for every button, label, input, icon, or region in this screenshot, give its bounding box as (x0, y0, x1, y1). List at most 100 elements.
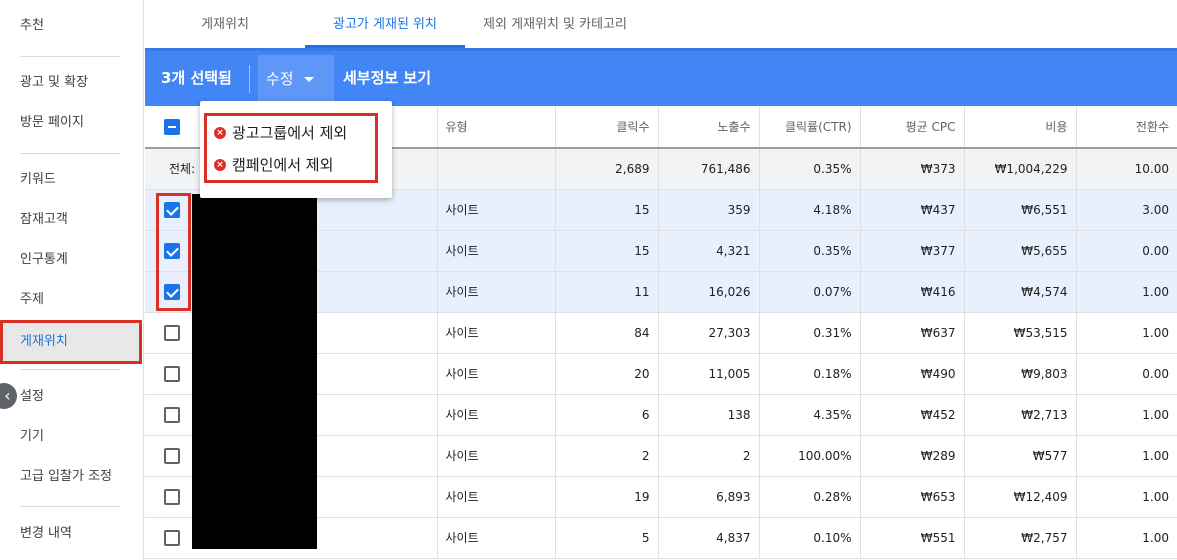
avg-cpc-cell: ₩452 (860, 394, 965, 436)
conversions-cell: 1.00 (1076, 271, 1177, 313)
clicks-cell: 2 (555, 435, 659, 477)
action-bar-divider (249, 65, 250, 93)
ctr-cell: 0.07% (759, 271, 861, 313)
select-all-cell (145, 106, 201, 149)
impressions-cell: 2 (658, 435, 760, 477)
sidebar-item-topics[interactable]: 주제 (0, 280, 144, 320)
sidebar-divider (20, 369, 120, 370)
sidebar: 추천 광고 및 확장 방문 페이지 키워드 잠재고객 인구통계 주제 게재위치 … (0, 0, 144, 560)
sidebar-item-demographics[interactable]: 인구통계 (0, 240, 144, 280)
conversions-cell: 1.00 (1076, 517, 1177, 559)
column-header-avg-cpc[interactable]: 평균 CPC (860, 106, 965, 149)
sidebar-item-ads-extensions[interactable]: 광고 및 확장 (0, 63, 144, 103)
impressions-cell: 6,893 (658, 476, 760, 518)
impressions-cell: 359 (658, 189, 760, 231)
ctr-cell: 0.18% (759, 353, 861, 395)
total-clicks: 2,689 (555, 148, 659, 190)
clicks-cell: 5 (555, 517, 659, 559)
row-checkbox[interactable] (164, 406, 180, 423)
clicks-cell: 84 (555, 312, 659, 354)
selection-action-bar: 3개 선택됨 수정 세부정보 보기 (145, 48, 1177, 106)
impressions-cell: 16,026 (658, 271, 760, 313)
sidebar-item-audiences[interactable]: 잠재고객 (0, 200, 144, 240)
redacted-placement-names (192, 194, 317, 549)
column-header-ctr[interactable]: 클릭률(CTR) (759, 106, 861, 149)
ctr-cell: 4.18% (759, 189, 861, 231)
type-cell: 사이트 (437, 189, 556, 231)
menu-item-label: 광고그룹에서 제외 (232, 124, 348, 142)
clicks-cell: 19 (555, 476, 659, 518)
clicks-cell: 20 (555, 353, 659, 395)
type-cell: 사이트 (437, 435, 556, 477)
avg-cpc-cell: ₩637 (860, 312, 965, 354)
type-cell: 사이트 (437, 353, 556, 395)
ctr-cell: 4.35% (759, 394, 861, 436)
column-header-conversions[interactable]: 전환수 (1076, 106, 1177, 149)
select-all-checkbox[interactable] (164, 118, 180, 135)
row-checkbox[interactable] (164, 447, 180, 464)
sidebar-item-settings[interactable]: 설정 (0, 377, 144, 417)
row-checkbox[interactable] (164, 488, 180, 505)
sidebar-divider (20, 153, 120, 154)
edit-dropdown-menu: × 광고그룹에서 제외 × 캠페인에서 제외 (200, 101, 392, 198)
column-header-type[interactable]: 유형 (437, 106, 556, 149)
avg-cpc-cell: ₩416 (860, 271, 965, 313)
sidebar-item-change-history[interactable]: 변경 내역 (0, 514, 144, 554)
total-impressions: 761,486 (658, 148, 760, 190)
tab-exclusions[interactable]: 제외 게재위치 및 카테고리 (475, 0, 635, 48)
ctr-cell: 0.31% (759, 312, 861, 354)
menu-item-exclude-from-campaign[interactable]: × 캠페인에서 제외 (200, 150, 368, 180)
sidebar-item-devices[interactable]: 기기 (0, 417, 144, 457)
conversions-cell: 3.00 (1076, 189, 1177, 231)
avg-cpc-cell: ₩289 (860, 435, 965, 477)
sidebar-item-landing-pages[interactable]: 방문 페이지 (0, 103, 144, 143)
row-checkbox[interactable] (164, 529, 180, 546)
avg-cpc-cell: ₩377 (860, 230, 965, 272)
remove-circle-icon: × (214, 159, 226, 171)
impressions-cell: 138 (658, 394, 760, 436)
column-header-cost[interactable]: 비용 (964, 106, 1077, 149)
type-cell: 사이트 (437, 271, 556, 313)
impressions-cell: 27,303 (658, 312, 760, 354)
sidebar-item-placements[interactable]: 게재위치 (0, 320, 142, 364)
sidebar-item-keywords[interactable]: 키워드 (0, 160, 144, 200)
cost-cell: ₩5,655 (964, 230, 1077, 272)
row-checkbox[interactable] (164, 324, 180, 341)
type-cell: 사이트 (437, 230, 556, 272)
tab-placements[interactable]: 게재위치 (175, 0, 275, 48)
ctr-cell: 0.28% (759, 476, 861, 518)
cost-cell: ₩577 (964, 435, 1077, 477)
row-checkbox[interactable] (164, 365, 180, 382)
avg-cpc-cell: ₩437 (860, 189, 965, 231)
menu-item-exclude-from-ad-group[interactable]: × 광고그룹에서 제외 (200, 118, 368, 148)
remove-circle-icon: × (214, 127, 226, 139)
tab-bar: 게재위치 광고가 게재된 위치 제외 게재위치 및 카테고리 (145, 0, 1177, 48)
total-ctr: 0.35% (759, 148, 861, 190)
menu-item-label: 캠페인에서 제외 (232, 156, 334, 174)
conversions-cell: 0.00 (1076, 353, 1177, 395)
sidebar-item-recommendations[interactable]: 추천 (0, 6, 144, 46)
type-cell: 사이트 (437, 312, 556, 354)
type-cell: 사이트 (437, 394, 556, 436)
conversions-cell: 1.00 (1076, 312, 1177, 354)
tab-where-ads-showed[interactable]: 광고가 게재된 위치 (305, 0, 465, 48)
sidebar-item-advanced-bid-adjustments[interactable]: 고급 입찰가 조정 (0, 457, 144, 497)
caret-down-icon (303, 77, 314, 82)
type-cell: 사이트 (437, 517, 556, 559)
clicks-cell: 15 (555, 230, 659, 272)
view-details-button[interactable]: 세부정보 보기 (343, 51, 431, 106)
column-header-impressions[interactable]: 노출수 (658, 106, 760, 149)
avg-cpc-cell: ₩551 (860, 517, 965, 559)
impressions-cell: 4,837 (658, 517, 760, 559)
edit-dropdown-button[interactable]: 수정 (258, 55, 334, 103)
sidebar-divider (20, 506, 120, 507)
ctr-cell: 0.35% (759, 230, 861, 272)
edit-label: 수정 (266, 70, 294, 88)
column-header-clicks[interactable]: 클릭수 (555, 106, 659, 149)
clicks-cell: 11 (555, 271, 659, 313)
selected-count: 3개 선택됨 (161, 69, 232, 87)
type-cell: 사이트 (437, 476, 556, 518)
total-conversions: 10.00 (1076, 148, 1177, 190)
cost-cell: ₩2,757 (964, 517, 1077, 559)
conversions-cell: 1.00 (1076, 394, 1177, 436)
